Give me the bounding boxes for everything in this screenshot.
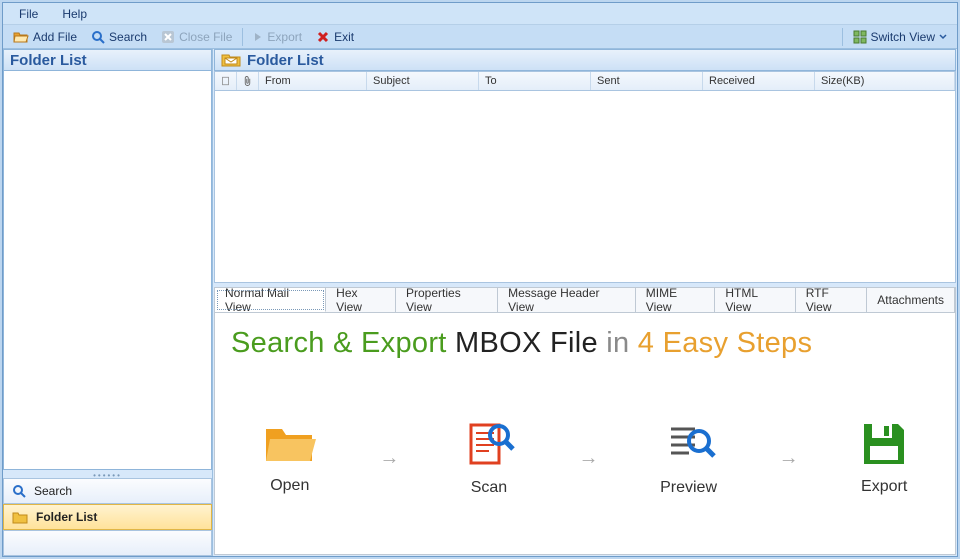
exit-icon (316, 30, 330, 44)
search-label: Search (109, 30, 147, 44)
nav-folder-list[interactable]: Folder List (3, 504, 212, 530)
grid-header: From Subject To Sent Received Size(KB) (214, 71, 956, 91)
col-sent[interactable]: Sent (591, 72, 703, 90)
step-preview: Preview (660, 419, 717, 497)
main-area: Folder List •••••• Search Folder List Fo… (3, 49, 957, 556)
step-scan-label: Scan (471, 479, 507, 497)
search-icon (12, 484, 26, 498)
open-folder-icon (262, 421, 318, 467)
mail-folder-icon (221, 52, 247, 68)
toolbar-left: Add File Search Close File Export Exit (7, 28, 360, 46)
toolbar-separator-2 (842, 28, 843, 46)
col-received[interactable]: Received (703, 72, 815, 90)
toolbar-separator (242, 28, 243, 46)
sidebar-header: Folder List (3, 49, 212, 71)
close-file-label: Close File (179, 30, 232, 44)
toolbar: Add File Search Close File Export Exit (3, 25, 957, 49)
sidebar: Folder List •••••• Search Folder List (3, 49, 213, 556)
flag-icon (221, 75, 230, 87)
search-button[interactable]: Search (85, 29, 153, 45)
tab-mime[interactable]: MIME View (636, 288, 716, 312)
promo-title: Search & Export MBOX File in 4 Easy Step… (231, 327, 939, 360)
tab-normal[interactable]: Normal Mail View (215, 288, 326, 312)
step-export: Export (860, 420, 908, 496)
scan-icon (461, 419, 517, 469)
promo-t3: in (606, 327, 629, 359)
toolbar-right: Switch View (840, 28, 953, 46)
promo-panel: Search & Export MBOX File in 4 Easy Step… (214, 313, 956, 555)
step-scan: Scan (461, 419, 517, 497)
export-label: Export (267, 30, 302, 44)
content-area: Folder List From Subject To Sent Receive… (213, 49, 957, 556)
col-flag[interactable] (215, 72, 237, 90)
step-preview-label: Preview (660, 479, 717, 497)
folder-open-icon (13, 30, 29, 44)
nav-folder-list-label: Folder List (36, 510, 97, 524)
dropdown-icon (939, 34, 947, 40)
arrow-icon: → (779, 447, 799, 470)
export-arrow-icon (253, 31, 263, 43)
content-header: Folder List (214, 49, 956, 71)
save-icon (860, 420, 908, 468)
col-from[interactable]: From (259, 72, 367, 90)
tab-rtf[interactable]: RTF View (796, 288, 868, 312)
search-icon (91, 30, 105, 44)
paperclip-icon (243, 74, 252, 88)
close-icon (161, 30, 175, 44)
col-attachment[interactable] (237, 72, 259, 90)
menu-file[interactable]: File (7, 5, 50, 23)
folder-tree[interactable] (3, 71, 212, 470)
grid-body[interactable] (214, 91, 956, 283)
col-subject[interactable]: Subject (367, 72, 479, 90)
preview-icon (661, 419, 717, 469)
arrow-icon: → (579, 447, 599, 470)
switch-view-label: Switch View (871, 30, 935, 44)
add-file-label: Add File (33, 30, 77, 44)
tab-message-header[interactable]: Message Header View (498, 288, 636, 312)
export-button: Export (247, 29, 308, 45)
promo-t2: MBOX File (455, 327, 598, 359)
tab-html[interactable]: HTML View (715, 288, 795, 312)
tab-hex[interactable]: Hex View (326, 288, 396, 312)
step-open-label: Open (270, 477, 309, 495)
nav-spacer (3, 530, 212, 556)
app-window: File Help Add File Search Close File Exp… (2, 2, 958, 557)
switch-view-button[interactable]: Switch View (847, 29, 953, 45)
nav-search-label: Search (34, 484, 72, 498)
grid-icon (853, 30, 867, 44)
menu-bar: File Help (3, 3, 957, 25)
folder-icon (12, 511, 28, 524)
content-header-label: Folder List (247, 52, 324, 69)
promo-t1: Search & Export (231, 327, 447, 359)
promo-t4: 4 Easy Steps (638, 327, 812, 359)
exit-button[interactable]: Exit (310, 29, 360, 45)
tab-attachments[interactable]: Attachments (867, 288, 955, 312)
view-tabs: Normal Mail View Hex View Properties Vie… (214, 287, 956, 313)
nav-search[interactable]: Search (3, 478, 212, 504)
tab-properties[interactable]: Properties View (396, 288, 498, 312)
step-open: Open (262, 421, 318, 495)
col-size[interactable]: Size(KB) (815, 72, 955, 90)
close-file-button: Close File (155, 29, 238, 45)
exit-label: Exit (334, 30, 354, 44)
arrow-icon: → (379, 447, 399, 470)
col-to[interactable]: To (479, 72, 591, 90)
menu-help[interactable]: Help (50, 5, 99, 23)
add-file-button[interactable]: Add File (7, 29, 83, 45)
promo-steps: Open → Scan → Preview → Expor (231, 372, 939, 544)
step-export-label: Export (861, 478, 907, 496)
